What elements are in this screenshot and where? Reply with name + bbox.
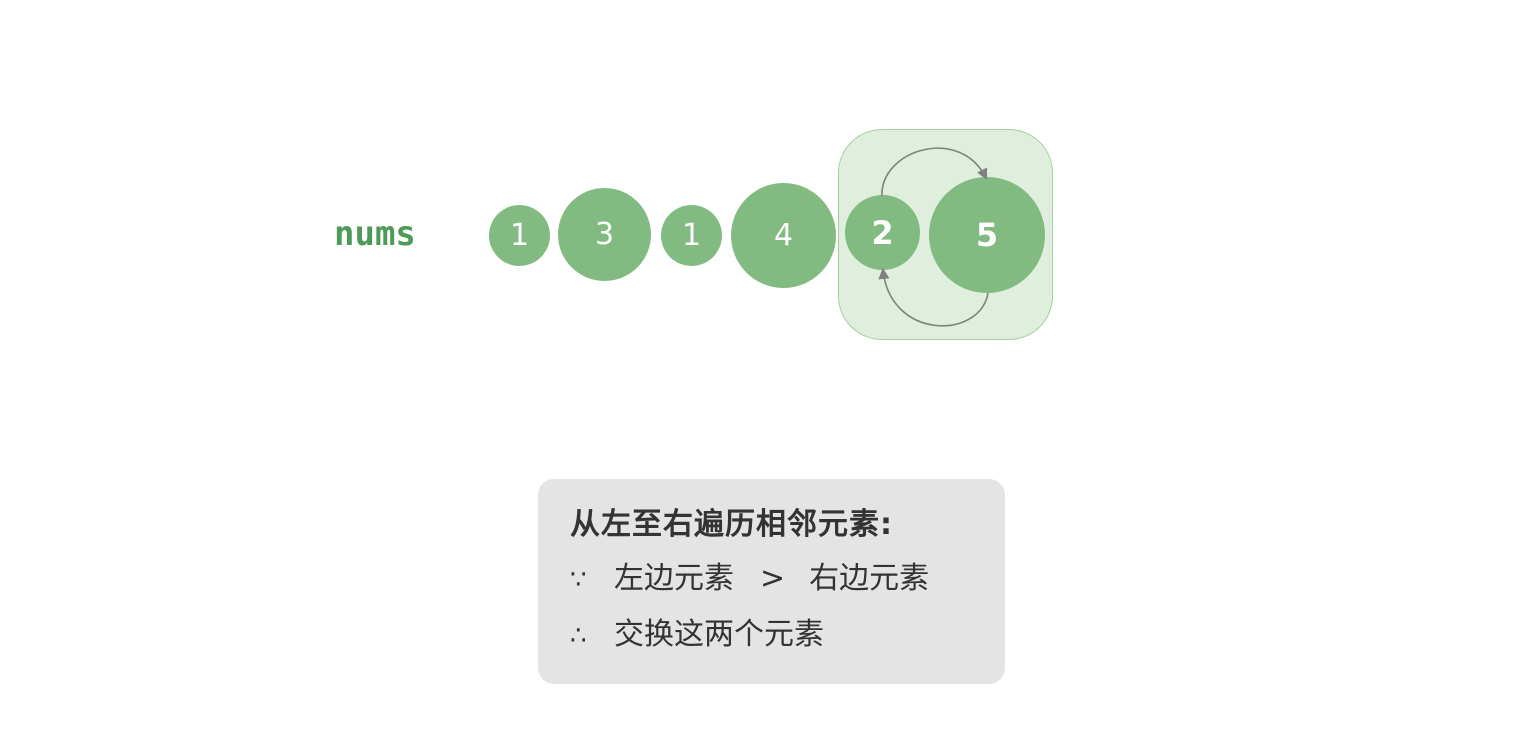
left-element-text: 左边元素 bbox=[614, 561, 734, 596]
therefore-symbol: ∴ bbox=[570, 621, 587, 651]
explanation-panel: 从左至右遍历相邻元素: ∵ 左边元素 > 右边元素 ∴ 交换这两个元素 bbox=[538, 479, 1005, 684]
conclusion-line: ∴ 交换这两个元素 bbox=[570, 615, 1005, 655]
right-element-text: 右边元素 bbox=[809, 561, 930, 596]
swap-arrow-top bbox=[881, 147, 988, 197]
swap-arrow-bottom bbox=[878, 267, 989, 327]
bubble-sort-diagram: nums 1 3 1 4 2 5 从左至右遍历相邻元素: ∵ 左边元素 > 右边元素 … bbox=[0, 0, 1516, 751]
explanation-title: 从左至右遍历相邻元素: bbox=[570, 507, 893, 542]
because-symbol: ∵ bbox=[570, 565, 587, 595]
condition-line: ∵ 左边元素 > 右边元素 bbox=[570, 559, 1005, 599]
greater-than-symbol: > bbox=[760, 561, 786, 596]
swap-text: 交换这两个元素 bbox=[614, 617, 824, 652]
